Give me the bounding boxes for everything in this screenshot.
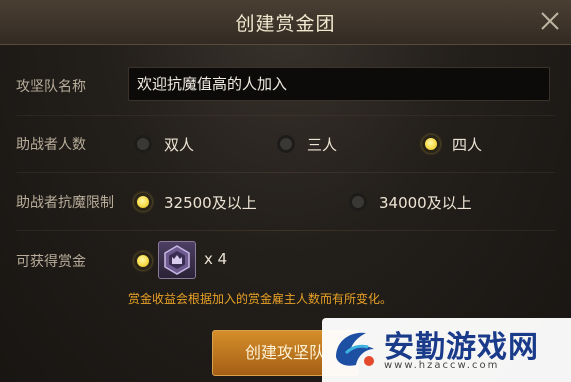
reward-chest-icon[interactable] bbox=[158, 241, 196, 279]
reward-count: x 4 bbox=[204, 250, 228, 268]
radio-label: 双人 bbox=[164, 135, 195, 154]
helper-count-label: 助战者人数 bbox=[16, 137, 86, 153]
dialog-header: 创建赏金团 bbox=[0, 0, 571, 45]
team-name-input[interactable]: 欢迎抗魔值高的人加入 bbox=[128, 67, 550, 101]
radio-label: 四人 bbox=[452, 135, 483, 154]
watermark: 安勤游戏网 www.hzaccw.com bbox=[322, 318, 571, 382]
radio-dot-selected bbox=[134, 193, 152, 211]
team-name-label: 攻坚队名称 bbox=[16, 79, 86, 95]
radio-dot-selected bbox=[134, 252, 152, 270]
radio-dot bbox=[277, 135, 295, 153]
radio-helper-two[interactable]: 双人 bbox=[134, 132, 194, 156]
create-bounty-dialog: 创建赏金团 攻坚队名称 欢迎抗魔值高的人加入 助战者人数 双人 三人 四人 助战… bbox=[0, 0, 571, 382]
radio-resist-32500[interactable]: 32500及以上 bbox=[134, 190, 257, 214]
radio-label: 32500及以上 bbox=[164, 193, 257, 212]
close-icon[interactable] bbox=[539, 10, 561, 32]
radio-helper-three[interactable]: 三人 bbox=[277, 132, 337, 156]
reward-note: 赏金收益会根据加入的赏金雇主人数而有所变化。 bbox=[128, 292, 393, 306]
watermark-logo-icon bbox=[336, 332, 374, 366]
reward-emblem-icon bbox=[164, 245, 190, 275]
resist-limit-label: 助战者抗魔限制 bbox=[16, 195, 114, 211]
radio-label: 三人 bbox=[307, 135, 338, 154]
radio-dot-selected bbox=[422, 135, 440, 153]
row-divider bbox=[16, 230, 555, 231]
row-divider bbox=[16, 172, 555, 173]
radio-resist-34000[interactable]: 34000及以上 bbox=[349, 190, 472, 214]
watermark-url: www.hzaccw.com bbox=[384, 360, 500, 371]
reward-label: 可获得赏金 bbox=[16, 254, 86, 270]
radio-label: 34000及以上 bbox=[379, 193, 472, 212]
radio-dot bbox=[349, 193, 367, 211]
radio-helper-four[interactable]: 四人 bbox=[422, 132, 482, 156]
row-divider bbox=[16, 115, 555, 116]
dialog-title: 创建赏金团 bbox=[235, 13, 336, 35]
radio-dot bbox=[134, 135, 152, 153]
